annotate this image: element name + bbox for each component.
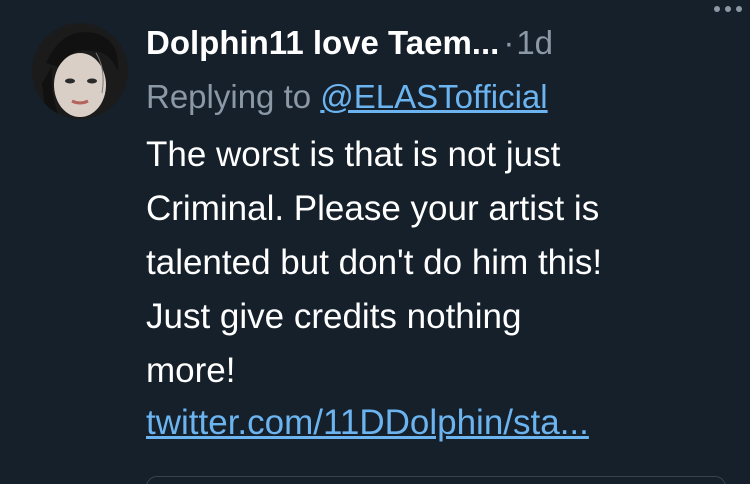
timestamp[interactable]: 1d — [516, 24, 553, 62]
reply-prefix: Replying to — [146, 78, 312, 115]
tweet-text-line: more! — [146, 351, 236, 390]
more-horizontal-icon[interactable] — [714, 6, 742, 12]
tweet-text-line: The worst is that is not just — [146, 135, 561, 174]
avatar[interactable] — [32, 23, 128, 119]
tweet-content: Dolphin11 love Taem... · 1d Replying to … — [146, 22, 726, 448]
display-name[interactable]: Dolphin11 love Taem... — [146, 24, 499, 62]
tweet-text-line: talented but don't do him this! — [146, 243, 603, 282]
tweet-header: Dolphin11 love Taem... · 1d — [146, 22, 726, 64]
tweet-text-line: Just give credits nothing — [146, 297, 522, 336]
separator-dot: · — [503, 24, 515, 61]
tweet-url-link[interactable]: twitter.com/11DDolphin/sta... — [146, 398, 716, 448]
link-preview-card[interactable] — [146, 476, 726, 484]
tweet-text-line: Criminal. Please your artist is — [146, 189, 600, 228]
reply-handle-link[interactable]: @ELASTofficial — [320, 78, 547, 115]
replying-to: Replying to @ELASTofficial — [146, 78, 726, 116]
tweet-card[interactable]: Dolphin11 love Taem... · 1d Replying to … — [0, 0, 750, 484]
tweet-text: The worst is that is not just Criminal. … — [146, 128, 716, 448]
